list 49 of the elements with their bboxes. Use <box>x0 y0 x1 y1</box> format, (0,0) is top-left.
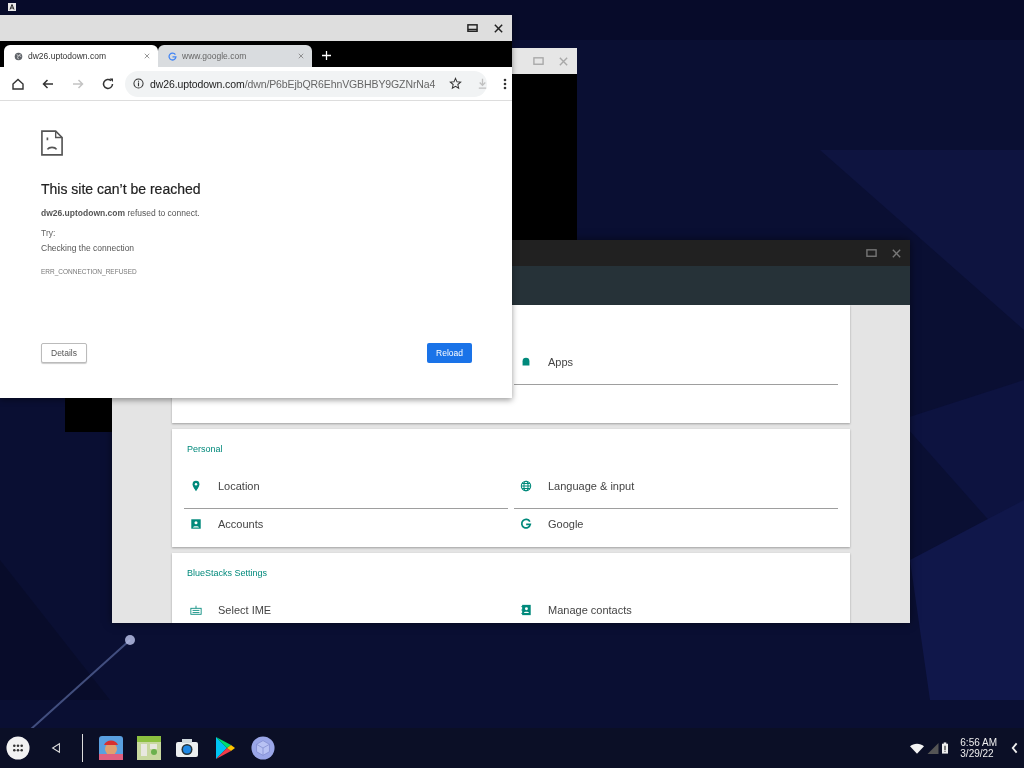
error-title: This site can’t be reached <box>41 181 202 197</box>
section-header: BlueStacks Settings <box>186 567 269 580</box>
keyboard-indicator-icon <box>8 3 16 11</box>
clock-date: 3/29/22 <box>960 748 994 759</box>
browser-tab[interactable]: www.google.com <box>158 45 312 67</box>
reload-button[interactable]: Reload <box>427 343 472 363</box>
star-icon[interactable] <box>449 77 463 90</box>
section-header: Personal <box>186 443 224 456</box>
location-pin-icon <box>190 479 202 492</box>
android-icon <box>520 355 532 368</box>
menu-icon[interactable] <box>503 76 507 91</box>
keyboard-icon <box>190 603 202 616</box>
try-label: Try: <box>41 228 57 238</box>
details-button[interactable]: Details <box>41 343 87 363</box>
settings-item[interactable]: Select IME <box>184 595 508 623</box>
settings-item[interactable]: Apps <box>514 347 838 385</box>
globe-icon <box>14 51 23 61</box>
restore-icon[interactable] <box>467 22 478 34</box>
browser-tab[interactable]: dw26.uptodown.com <box>4 45 158 67</box>
back-icon[interactable] <box>50 742 62 754</box>
settings-item[interactable]: Manage contacts <box>514 595 838 623</box>
settings-item[interactable]: Language & input <box>514 471 838 509</box>
account-icon <box>190 517 202 530</box>
clock-time: 6:56 AM <box>960 737 997 748</box>
settings-item[interactable]: Google <box>514 509 838 547</box>
error-message: dw26.uptodown.com refused to connect. <box>41 208 201 218</box>
home-icon[interactable] <box>11 76 25 91</box>
signal-icon <box>926 742 941 754</box>
globe-icon <box>520 479 532 492</box>
google-g-icon <box>168 51 177 61</box>
info-icon <box>133 78 144 89</box>
chevron-left-icon[interactable] <box>1011 742 1018 754</box>
play-store-icon[interactable] <box>213 736 237 760</box>
address-bar[interactable]: dw26.uptodown.com/dwn/P6bEjbQR6EhnVGBHBY9GZNrNa4 <box>125 70 487 97</box>
settings-item[interactable]: Location <box>184 471 508 509</box>
app-drawer-icon[interactable] <box>6 736 30 760</box>
suggestion-text: Checking the connection <box>41 243 136 253</box>
close-icon[interactable] <box>493 22 504 34</box>
settings-item[interactable]: Accounts <box>184 509 508 547</box>
reload-icon[interactable] <box>101 76 115 91</box>
google-g-icon <box>520 517 532 530</box>
camera-app-icon[interactable] <box>175 736 199 760</box>
sad-page-icon <box>41 130 63 156</box>
wifi-icon <box>910 742 925 754</box>
battery-icon <box>942 742 949 754</box>
contacts-icon <box>520 603 532 616</box>
new-tab-icon[interactable] <box>322 51 331 60</box>
url-text: dw26.uptodown.com/dwn/P6bEjbQR6EhnVGBHBY9GZNrNa4 <box>150 77 436 90</box>
cube-app-icon[interactable] <box>251 736 275 760</box>
